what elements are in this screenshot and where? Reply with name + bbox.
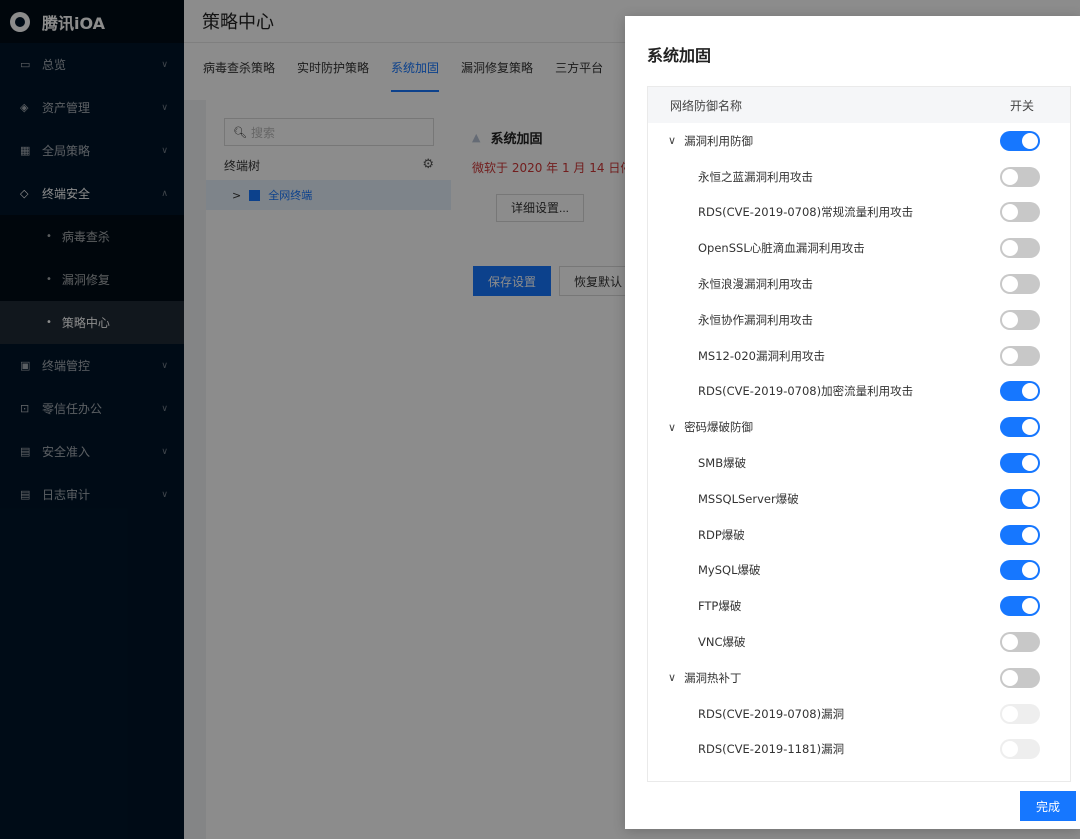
table-row: RDS(CVE-2019-1181)漏洞	[648, 732, 1070, 768]
defense-toggle[interactable]	[1000, 202, 1040, 223]
defense-label: MS12-020漏洞利用攻击	[698, 348, 825, 363]
table-body: ∨ 漏洞利用防御永恒之蓝漏洞利用攻击 RDS(CVE-2019-0708)常规流量利…	[648, 123, 1070, 767]
table-row: VNC爆破	[648, 624, 1070, 660]
defense-label: SMB爆破	[698, 456, 747, 471]
defense-table: 网络防御名称 开关 ∨ 漏洞利用防御永恒之蓝漏洞利用攻击 RDS(CVE-2019-…	[647, 86, 1071, 782]
table-row: MSSQLServer爆破	[648, 481, 1070, 517]
table-row: OpenSSL心脏滴血漏洞利用攻击	[648, 230, 1070, 266]
defense-toggle[interactable]	[1000, 453, 1040, 474]
table-row: RDS(CVE-2019-0708)漏洞	[648, 696, 1070, 732]
table-row-group: ∨ 密码爆破防御	[648, 409, 1070, 445]
group-label: 漏洞利用防御	[684, 133, 754, 148]
col-name-header: 网络防御名称	[670, 98, 743, 113]
defense-toggle[interactable]	[1000, 274, 1040, 295]
defense-toggle[interactable]	[1000, 524, 1040, 545]
defense-label: RDS(CVE-2019-1181)漏洞	[698, 742, 845, 757]
group-label: 漏洞热补丁	[684, 670, 742, 685]
defense-toggle[interactable]	[1000, 488, 1040, 509]
defense-toggle[interactable]	[1000, 309, 1040, 330]
group-name: ∨ 漏洞利用防御	[668, 133, 753, 149]
defense-toggle[interactable]	[1000, 238, 1040, 259]
table-row-group: ∨ 漏洞热补丁	[648, 660, 1070, 696]
table-row: FTP爆破	[648, 588, 1070, 624]
group-label: 密码爆破防御	[684, 420, 754, 435]
defense-toggle	[1000, 739, 1040, 760]
defense-label: MySQL爆破	[698, 563, 761, 578]
defense-toggle[interactable]	[1000, 166, 1040, 187]
defense-toggle[interactable]	[1000, 381, 1040, 402]
modal-title: 系统加固	[647, 46, 712, 65]
chevron-down-icon[interactable]: ∨	[668, 421, 676, 434]
defense-toggle[interactable]	[1000, 345, 1040, 366]
defense-toggle	[1000, 703, 1040, 724]
defense-toggle[interactable]	[1000, 560, 1040, 581]
group-name: ∨ 密码爆破防御	[668, 419, 753, 435]
defense-label: RDS(CVE-2019-0708)加密流量利用攻击	[698, 384, 914, 399]
defense-toggle[interactable]	[1000, 596, 1040, 617]
table-row: 永恒浪漫漏洞利用攻击	[648, 266, 1070, 302]
table-row: 永恒之蓝漏洞利用攻击	[648, 159, 1070, 195]
table-row: MySQL爆破	[648, 553, 1070, 589]
defense-label: RDS(CVE-2019-0708)常规流量利用攻击	[698, 205, 914, 220]
defense-label: 永恒浪漫漏洞利用攻击	[698, 277, 813, 292]
table-row: RDS(CVE-2019-0708)常规流量利用攻击	[648, 195, 1070, 231]
defense-label: FTP爆破	[698, 599, 742, 614]
group-toggle[interactable]	[1000, 667, 1040, 688]
chevron-down-icon[interactable]: ∨	[668, 671, 676, 684]
group-toggle[interactable]	[1000, 417, 1040, 438]
defense-label: RDP爆破	[698, 527, 745, 542]
table-row: SMB爆破	[648, 445, 1070, 481]
done-button[interactable]: 完成	[1020, 791, 1076, 821]
defense-label: 永恒协作漏洞利用攻击	[698, 312, 813, 327]
chevron-down-icon[interactable]: ∨	[668, 134, 676, 147]
table-row: 永恒协作漏洞利用攻击	[648, 302, 1070, 338]
table-row: RDS(CVE-2019-0708)加密流量利用攻击	[648, 374, 1070, 410]
table-row-group: ∨ 漏洞利用防御	[648, 123, 1070, 159]
table-row: MS12-020漏洞利用攻击	[648, 338, 1070, 374]
group-name: ∨ 漏洞热补丁	[668, 670, 742, 686]
group-toggle[interactable]	[1000, 130, 1040, 151]
defense-label: MSSQLServer爆破	[698, 491, 799, 506]
defense-toggle[interactable]	[1000, 632, 1040, 653]
defense-label: VNC爆破	[698, 635, 746, 650]
hardening-modal: 系统加固 网络防御名称 开关 ∨ 漏洞利用防御永恒之蓝漏洞利用攻击 RDS(CVE-…	[625, 16, 1080, 829]
defense-label: RDS(CVE-2019-0708)漏洞	[698, 706, 845, 721]
col-switch-header: 开关	[1009, 98, 1034, 113]
table-header: 网络防御名称 开关	[648, 87, 1070, 123]
defense-label: OpenSSL心脏滴血漏洞利用攻击	[698, 241, 865, 256]
table-row: RDP爆破	[648, 517, 1070, 553]
defense-label: 永恒之蓝漏洞利用攻击	[698, 169, 813, 184]
